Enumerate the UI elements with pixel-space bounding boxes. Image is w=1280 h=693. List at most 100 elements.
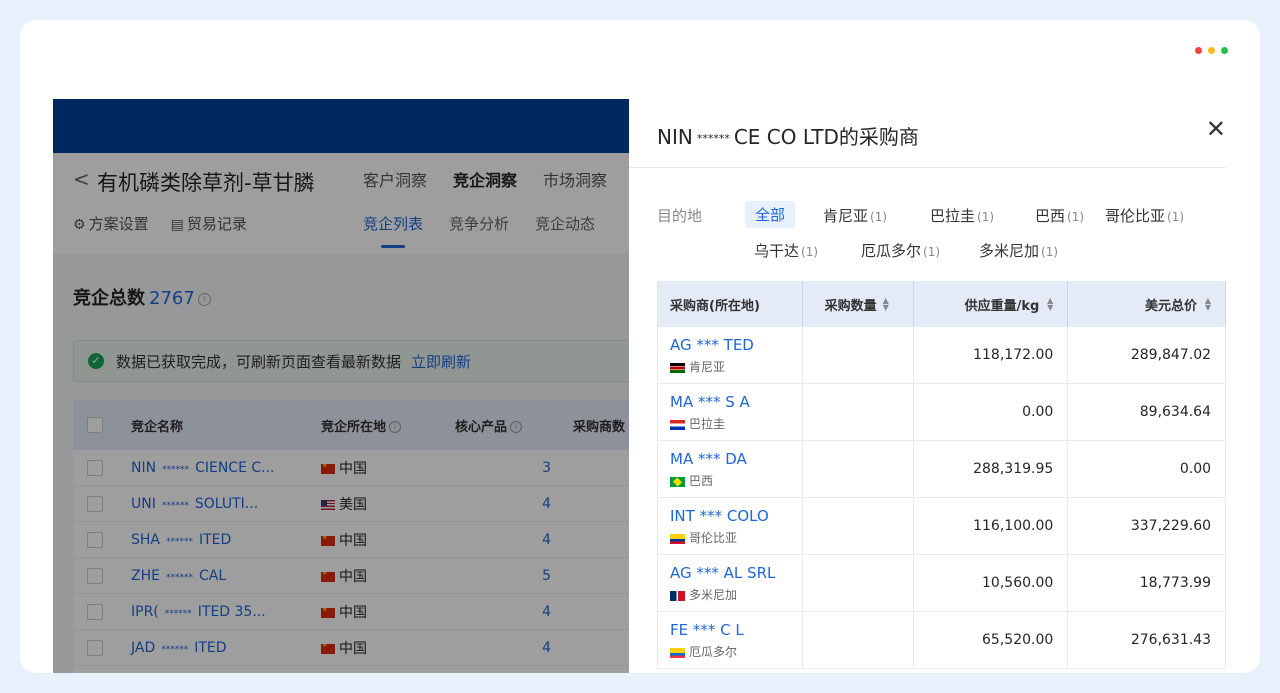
background-app: < 有机磷类除草剂-草甘膦 客户洞察 竞企洞察 市场洞察 ⚙ 方案设置 ▤ 贸易记录…: [53, 99, 629, 673]
buyer-country: 肯尼亚: [670, 358, 802, 375]
usd-total-cell: 276,631.43: [1068, 612, 1226, 668]
filter-count: (1): [1041, 245, 1059, 259]
flag-icon: [670, 476, 685, 487]
minimize-dot-icon[interactable]: [1208, 47, 1215, 54]
buyer-cell: MA *** S A 巴拉圭: [658, 384, 803, 440]
weight-cell: 65,520.00: [914, 612, 1069, 668]
buyer-row: AG *** TED 肯尼亚 118,172.00 289,847.02: [657, 327, 1226, 384]
buyer-country: 多米尼加: [670, 586, 802, 603]
flag-icon: [670, 533, 685, 544]
destination-filter-chip[interactable]: 乌干达 (1): [754, 240, 818, 261]
filter-label: 全部: [755, 206, 786, 224]
buyer-country: 厄瓜多尔: [670, 643, 802, 660]
filter-label: 厄瓜多尔: [861, 242, 922, 260]
buyer-country: 哥伦比亚: [670, 529, 802, 546]
quantity-cell: [803, 327, 914, 383]
drawer-divider: [629, 167, 1226, 168]
filter-count: (1): [977, 210, 995, 224]
header-weight-label: 供应重量/kg: [964, 298, 1040, 314]
quantity-cell: [803, 498, 914, 554]
filter-label: 巴拉圭: [930, 207, 976, 225]
flag-icon: [670, 647, 685, 658]
buyer-country: 巴西: [670, 472, 802, 489]
filter-label: 乌干达: [754, 242, 800, 260]
usd-total-cell: 89,634.64: [1068, 384, 1226, 440]
weight-cell: 0.00: [914, 384, 1069, 440]
sort-icon[interactable]: ▲ ▼: [1045, 297, 1053, 312]
destination-filter-chip[interactable]: 多米尼加 (1): [979, 240, 1058, 261]
header-usd-label: 美元总价: [1145, 298, 1198, 314]
sort-icon[interactable]: ▲ ▼: [883, 297, 891, 312]
buyer-cell: MA *** DA 巴西: [658, 441, 803, 497]
header-quantity[interactable]: 采购数量 ▲ ▼: [803, 281, 914, 327]
buyer-name-link[interactable]: AG *** AL SRL: [670, 564, 802, 582]
destination-filter-chip[interactable]: 巴拉圭 (1): [930, 205, 994, 226]
usd-total-cell: 0.00: [1068, 441, 1226, 497]
buyer-cell: AG *** AL SRL 多米尼加: [658, 555, 803, 611]
buyer-row: MA *** DA 巴西 288,319.95 0.00: [657, 441, 1226, 498]
flag-icon: [670, 590, 685, 601]
buyer-name-link[interactable]: AG *** TED: [670, 336, 802, 354]
destination-filter-chip[interactable]: 厄瓜多尔 (1): [861, 240, 940, 261]
weight-cell: 288,319.95: [914, 441, 1069, 497]
country-label: 厄瓜多尔: [689, 645, 738, 659]
buyers-table: 采购商(所在地) 采购数量 ▲ ▼ 供应重量/kg ▲ ▼ 美元总价 ▲ ▼ AG *** …: [657, 281, 1226, 669]
weight-cell: 118,172.00: [914, 327, 1069, 383]
usd-total-cell: 18,773.99: [1068, 555, 1226, 611]
flag-icon: [670, 419, 685, 430]
filter-count: (1): [1167, 210, 1185, 224]
buyer-row: MA *** S A 巴拉圭 0.00 89,634.64: [657, 384, 1226, 441]
close-dot-icon[interactable]: [1195, 47, 1202, 54]
filter-label: 多米尼加: [979, 242, 1040, 260]
header-usd-total[interactable]: 美元总价 ▲ ▼: [1068, 281, 1226, 327]
header-quantity-label: 采购数量: [824, 298, 877, 314]
drawer-title-suffix: CE CO LTD的采购商: [733, 125, 919, 149]
weight-cell: 116,100.00: [914, 498, 1069, 554]
modal-overlay[interactable]: [53, 99, 629, 673]
window-controls: [1195, 47, 1228, 54]
destination-filter-chip[interactable]: 肯尼亚 (1): [823, 205, 887, 226]
buyer-cell: FE *** C L 厄瓜多尔: [658, 612, 803, 668]
buyer-country: 巴拉圭: [670, 415, 802, 432]
country-label: 肯尼亚: [689, 360, 726, 374]
destination-filter-chip[interactable]: 哥伦比亚 (1): [1105, 205, 1184, 226]
buyer-cell: AG *** TED 肯尼亚: [658, 327, 803, 383]
buyer-name-link[interactable]: MA *** DA: [670, 450, 802, 468]
drawer-title-prefix: NIN: [657, 125, 693, 149]
buyer-row: AG *** AL SRL 多米尼加 10,560.00 18,773.99: [657, 555, 1226, 612]
header-weight[interactable]: 供应重量/kg ▲ ▼: [914, 281, 1069, 327]
quantity-cell: [803, 384, 914, 440]
quantity-cell: [803, 441, 914, 497]
quantity-cell: [803, 612, 914, 668]
buyer-row: FE *** C L 厄瓜多尔 65,520.00 276,631.43: [657, 612, 1226, 669]
drawer-title-mask: ******: [696, 132, 730, 145]
destination-filter-chip[interactable]: 巴西 (1): [1035, 205, 1084, 226]
usd-total-cell: 289,847.02: [1068, 327, 1226, 383]
flag-icon: [670, 362, 685, 373]
buyer-name-link[interactable]: MA *** S A: [670, 393, 802, 411]
close-icon[interactable]: ✕: [1206, 117, 1226, 141]
filter-count: (1): [801, 245, 819, 259]
quantity-cell: [803, 555, 914, 611]
country-label: 巴西: [689, 474, 714, 488]
filter-label: 肯尼亚: [823, 207, 869, 225]
window-frame: < 有机磷类除草剂-草甘膦 客户洞察 竞企洞察 市场洞察 ⚙ 方案设置 ▤ 贸易记录…: [20, 20, 1260, 673]
header-buyer: 采购商(所在地): [658, 281, 803, 327]
buyer-name-link[interactable]: INT *** COLO: [670, 507, 802, 525]
buyer-name-link[interactable]: FE *** C L: [670, 621, 802, 639]
filter-label: 巴西: [1035, 207, 1066, 225]
buyers-drawer: NIN ****** CE CO LTD的采购商 ✕ 目的地 全部 肯尼亚 (1) 巴拉圭…: [629, 99, 1226, 673]
maximize-dot-icon[interactable]: [1221, 47, 1228, 54]
buyer-row: INT *** COLO 哥伦比亚 116,100.00 337,229.60: [657, 498, 1226, 555]
filter-count: (1): [1067, 210, 1085, 224]
filter-label: 哥伦比亚: [1105, 207, 1166, 225]
filter-count: (1): [870, 210, 888, 224]
drawer-title: NIN ****** CE CO LTD的采购商: [657, 121, 919, 150]
destination-label: 目的地: [657, 207, 703, 225]
usd-total-cell: 337,229.60: [1068, 498, 1226, 554]
country-label: 巴拉圭: [689, 417, 726, 431]
sort-icon[interactable]: ▲ ▼: [1203, 297, 1211, 312]
buyer-cell: INT *** COLO 哥伦比亚: [658, 498, 803, 554]
weight-cell: 10,560.00: [914, 555, 1069, 611]
destination-filter-chip[interactable]: 全部: [745, 201, 796, 228]
